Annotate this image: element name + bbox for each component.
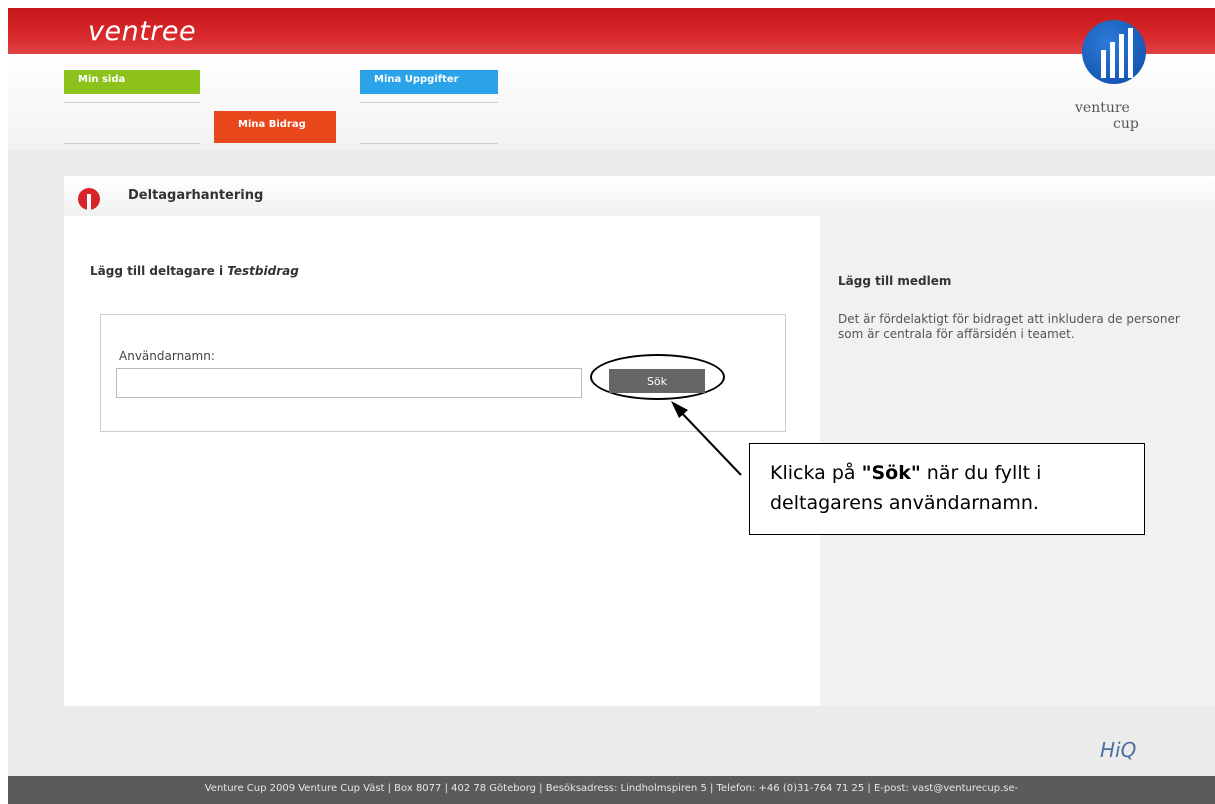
hiq-logo: HiQ bbox=[1100, 738, 1137, 762]
callout-bold: "Sök" bbox=[861, 462, 921, 484]
footer: Venture Cup 2009 Venture Cup Väst | Box … bbox=[8, 776, 1215, 804]
page: ventree Min sida Mina Uppgifter Mina Bid… bbox=[8, 8, 1215, 804]
instruction-callout: Klicka på "Sök" när du fyllt i deltagare… bbox=[749, 443, 1145, 535]
callout-prefix: Klicka på bbox=[770, 462, 862, 484]
callout-arrow bbox=[671, 401, 742, 476]
